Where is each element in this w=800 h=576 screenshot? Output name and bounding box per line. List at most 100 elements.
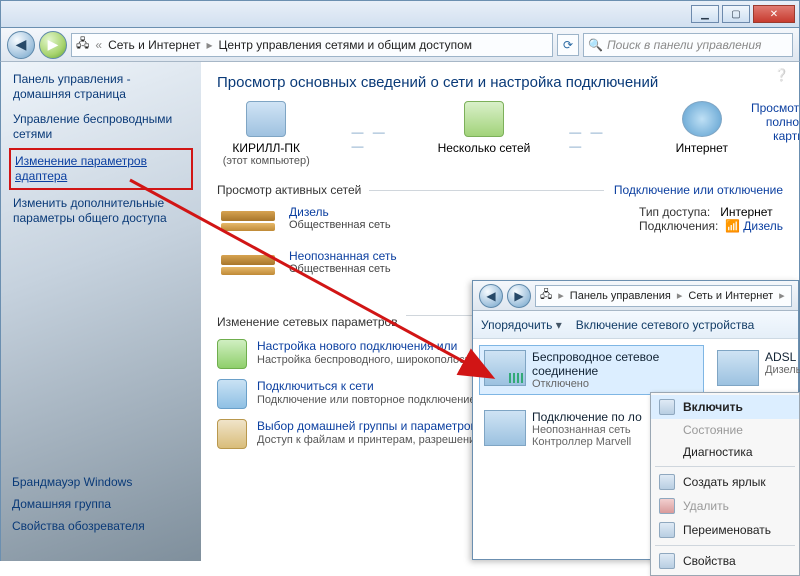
- connect-disconnect-link[interactable]: Подключение или отключение: [614, 183, 783, 197]
- network-map: КИРИЛЛ-ПК (этот компьютер) — — — Несколь…: [217, 101, 751, 167]
- chevron-right-icon: ▸: [207, 38, 213, 52]
- ctx-properties[interactable]: Свойства: [651, 549, 799, 573]
- ctx-delete: Удалить: [651, 494, 799, 518]
- refresh-button[interactable]: ⟳: [557, 34, 579, 56]
- organize-menu[interactable]: Упорядочить: [481, 318, 562, 332]
- window-titlebar: ▁ ▢ ✕: [0, 0, 800, 28]
- close-button[interactable]: ✕: [753, 5, 795, 23]
- ctx-rename[interactable]: Переименовать: [651, 518, 799, 542]
- maximize-button[interactable]: ▢: [722, 5, 750, 23]
- ctx-create-shortcut[interactable]: Создать ярлык: [651, 470, 799, 494]
- enable-device-button[interactable]: Включение сетевого устройства: [576, 318, 755, 332]
- delete-icon: [659, 498, 675, 514]
- shortcut-icon: [659, 474, 675, 490]
- chevron-right-icon: ▸: [558, 289, 564, 302]
- map-connector: — — —: [351, 115, 398, 153]
- adapter-status: Неопознанная сеть: [532, 424, 642, 436]
- chevron-right-icon: ▸: [677, 289, 683, 302]
- rename-icon: [659, 522, 675, 538]
- adapter-name: Подключение по ло: [532, 410, 642, 424]
- breadcrumb-icon: 🖧: [540, 286, 552, 305]
- breadcrumb-item[interactable]: Сеть и Интернет: [688, 290, 773, 302]
- network-name-link[interactable]: Дизель: [289, 205, 391, 219]
- connections-label: Подключения:: [639, 219, 718, 233]
- network-type: Общественная сеть: [289, 263, 397, 275]
- wifi-adapter-icon: [484, 350, 526, 386]
- search-input[interactable]: 🔍 Поиск в панели управления: [583, 33, 793, 57]
- network-params-header: Изменение сетевых параметров: [217, 315, 398, 329]
- sidebar-see-also: Брандмауэр Windows Домашняя группа Свойс…: [12, 467, 192, 541]
- properties-icon: [659, 553, 675, 569]
- access-type-label: Тип доступа:: [639, 205, 710, 219]
- sidebar-home-link[interactable]: Панель управления - домашняя страница: [13, 72, 189, 102]
- nav-forward-button[interactable]: ▶: [507, 284, 531, 308]
- adapter-name: Беспроводное сетевое соединение: [532, 350, 699, 378]
- divider: [369, 190, 604, 191]
- address-bar: ◀ ▶ 🖧 « Сеть и Интернет ▸ Центр управлен…: [0, 28, 800, 62]
- bench-icon: [217, 249, 279, 285]
- chevron-right-icon: ▸: [779, 289, 785, 302]
- map-multiple-networks[interactable]: Несколько сетей: [435, 101, 533, 155]
- bench-icon: [217, 205, 279, 241]
- breadcrumb-item[interactable]: Панель управления: [570, 290, 671, 302]
- search-placeholder: Поиск в панели управления: [607, 38, 762, 52]
- homegroup-icon: [217, 419, 247, 449]
- internet-label: Интернет: [653, 141, 751, 155]
- breadcrumb-item[interactable]: Сеть и Интернет: [108, 38, 200, 52]
- multi-networks-label: Несколько сетей: [435, 141, 533, 155]
- enable-icon: [659, 399, 675, 415]
- globe-icon: [682, 101, 722, 137]
- active-networks-header: Просмотр активных сетей: [217, 183, 361, 197]
- breadcrumb-item[interactable]: Центр управления сетями и общим доступом: [219, 38, 473, 52]
- search-icon: 🔍: [588, 38, 603, 52]
- adapter-device: Контроллер Marvell: [532, 436, 642, 448]
- breadcrumb-icon: 🖧: [76, 34, 89, 55]
- new-connection-icon: [217, 339, 247, 369]
- context-menu: Включить Состояние Диагностика Создать я…: [650, 392, 800, 576]
- adapter-adsl[interactable]: ADSL Дизель: [712, 345, 792, 395]
- ctx-status: Состояние: [651, 419, 799, 441]
- breadcrumb[interactable]: 🖧 ▸ Панель управления ▸ Сеть и Интернет …: [535, 285, 792, 307]
- adapter-status: Дизель: [765, 364, 800, 376]
- adapter-status: Отключено: [532, 378, 699, 390]
- computer-icon: [246, 101, 286, 137]
- menu-separator: [655, 545, 795, 546]
- signal-icon: 📶: [725, 219, 740, 233]
- map-internet[interactable]: Интернет: [653, 101, 751, 155]
- help-icon[interactable]: ❔: [774, 68, 789, 82]
- ctx-enable[interactable]: Включить: [651, 395, 799, 419]
- map-this-pc[interactable]: КИРИЛЛ-ПК (этот компьютер): [217, 101, 315, 167]
- sidebar-item-homegroup[interactable]: Домашняя группа: [12, 497, 192, 511]
- network-type: Общественная сеть: [289, 219, 391, 231]
- network-details: Тип доступа: Интернет Подключения: 📶 Диз…: [639, 205, 783, 233]
- adapters-toolbar: Упорядочить Включение сетевого устройств…: [473, 311, 798, 339]
- network-name-link[interactable]: Неопознанная сеть: [289, 249, 397, 263]
- sidebar-item-sharing[interactable]: Изменить дополнительные параметры общего…: [13, 196, 189, 226]
- sidebar-item-browser-properties[interactable]: Свойства обозревателя: [12, 519, 192, 533]
- sidebar-item-firewall[interactable]: Брандмауэр Windows: [12, 475, 192, 489]
- sidebar-item-adapter-settings[interactable]: Изменение параметров адаптера: [13, 152, 189, 186]
- breadcrumb[interactable]: 🖧 « Сеть и Интернет ▸ Центр управления с…: [71, 33, 553, 57]
- view-full-map-link[interactable]: Просмотр полной карты: [751, 101, 799, 143]
- connect-network-icon: [217, 379, 247, 409]
- active-network-row: Дизель Общественная сеть Тип доступа: Ин…: [217, 205, 783, 241]
- nav-back-button[interactable]: ◀: [479, 284, 503, 308]
- access-type-value: Интернет: [720, 205, 772, 219]
- sidebar: Панель управления - домашняя страница Уп…: [1, 62, 201, 561]
- map-connector: — — —: [569, 115, 616, 153]
- page-title: Просмотр основных сведений о сети и наст…: [217, 74, 783, 91]
- menu-separator: [655, 466, 795, 467]
- adapter-icon: [717, 350, 759, 386]
- connection-link[interactable]: Дизель: [743, 219, 783, 233]
- networks-icon: [464, 101, 504, 137]
- adapter-name: ADSL: [765, 350, 800, 364]
- ctx-diagnostics[interactable]: Диагностика: [651, 441, 799, 463]
- sidebar-item-wireless[interactable]: Управление беспроводными сетями: [13, 112, 189, 142]
- adapters-address-bar: ◀ ▶ 🖧 ▸ Панель управления ▸ Сеть и Интер…: [473, 281, 798, 311]
- adapter-icon: [484, 410, 526, 446]
- nav-back-button[interactable]: ◀: [7, 31, 35, 59]
- pc-name: КИРИЛЛ-ПК: [217, 141, 315, 155]
- nav-forward-button[interactable]: ▶: [39, 31, 67, 59]
- adapter-wireless[interactable]: Беспроводное сетевое соединение Отключен…: [479, 345, 704, 395]
- minimize-button[interactable]: ▁: [691, 5, 719, 23]
